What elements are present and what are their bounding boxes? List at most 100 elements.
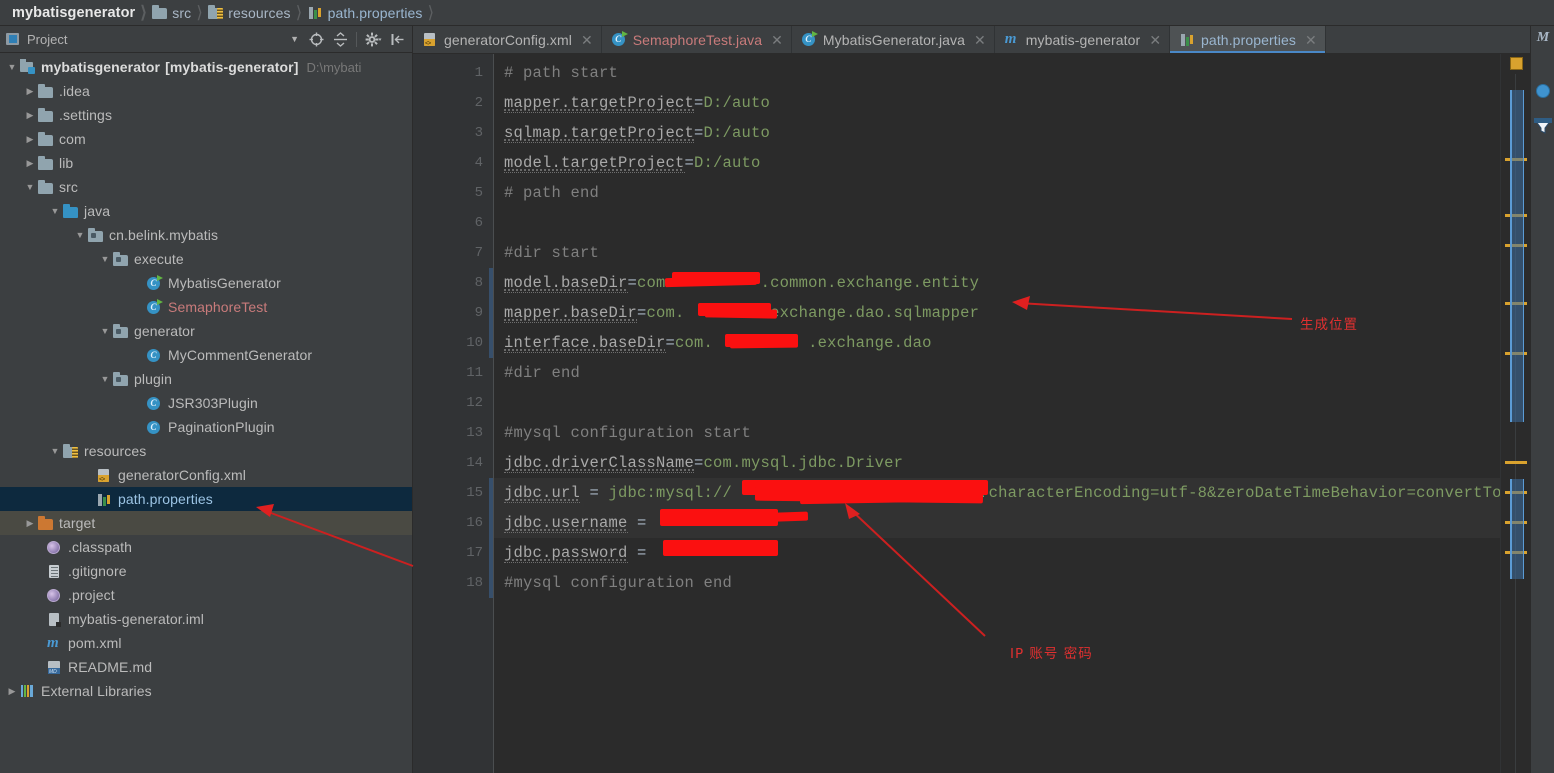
expand-arrow-icon[interactable]: ▼: [47, 199, 63, 223]
tree-node-idea[interactable]: ▶ .idea: [0, 79, 412, 103]
tab-label: mybatis-generator: [1025, 31, 1141, 48]
code-equals: =: [580, 484, 609, 502]
close-icon[interactable]: ✕: [1149, 33, 1161, 47]
toolbar-divider: [356, 31, 357, 47]
tree-node-semaphoretest-class[interactable]: C SemaphoreTest: [0, 295, 412, 319]
tree-node-path-properties[interactable]: path.properties: [0, 487, 412, 511]
tree-node-generator[interactable]: ▼ generator: [0, 319, 412, 343]
breadcrumb-item-resources[interactable]: resources ⟩: [200, 0, 302, 26]
folder-icon: [38, 83, 53, 98]
tree-node-external-libraries[interactable]: ▶ External Libraries: [0, 679, 412, 703]
tree-node-settings[interactable]: ▶ .settings: [0, 103, 412, 127]
expand-arrow-icon[interactable]: ▼: [97, 247, 113, 271]
breadcrumb-item-path-properties[interactable]: path.properties ⟩: [300, 0, 434, 26]
tab-SemaphoreTest-java[interactable]: C SemaphoreTest.java ✕: [602, 26, 792, 53]
tree-node-classpath[interactable]: .classpath: [0, 535, 412, 559]
chevron-down-icon[interactable]: ▼: [290, 34, 299, 44]
collapse-all-icon[interactable]: [329, 28, 351, 50]
tab-MybatisGenerator-java[interactable]: C MybatisGenerator.java ✕: [792, 26, 995, 53]
code-property-key: jdbc.url: [504, 484, 581, 503]
breadcrumb: mybatisgenerator ⟩ src ⟩ resources ⟩ pat…: [0, 0, 1554, 26]
tab-generatorConfig-xml[interactable]: generatorConfig.xml ✕: [413, 26, 602, 53]
tree-node-execute[interactable]: ▼ execute: [0, 247, 412, 271]
expand-arrow-icon[interactable]: ▼: [97, 319, 113, 343]
close-icon[interactable]: ✕: [771, 33, 783, 47]
tree-node-label: .project: [68, 587, 115, 603]
breadcrumb-separator-icon: ⟩: [427, 2, 435, 22]
tab-path-properties[interactable]: path.properties ✕: [1170, 26, 1326, 53]
database-icon[interactable]: [1534, 118, 1552, 134]
tab-label: generatorConfig.xml: [444, 31, 572, 48]
expand-arrow-icon[interactable]: ▼: [47, 439, 63, 463]
locate-in-tree-icon[interactable]: [305, 28, 327, 50]
expand-arrow-icon[interactable]: ▶: [4, 679, 20, 703]
expand-arrow-icon[interactable]: ▼: [4, 55, 20, 79]
tree-node-iml[interactable]: mybatis-generator.iml: [0, 607, 412, 631]
line-number: 11: [466, 365, 483, 381]
line-number: 6: [474, 215, 483, 231]
tree-node-label: plugin: [134, 371, 172, 387]
tree-node-label: .idea: [59, 83, 90, 99]
tree-node-resources[interactable]: ▼ resources: [0, 439, 412, 463]
expand-arrow-icon[interactable]: ▶: [22, 511, 38, 535]
expand-arrow-icon[interactable]: ▼: [22, 175, 38, 199]
tree-node-label: com: [59, 131, 86, 147]
source-folder-icon: [63, 203, 78, 218]
settings-gear-icon[interactable]: [362, 28, 384, 50]
tree-node-plugin[interactable]: ▼ plugin: [0, 367, 412, 391]
warning-marker[interactable]: [1505, 461, 1527, 464]
tree-node-label: target: [59, 515, 96, 531]
tree-node-jsr303plugin-class[interactable]: C JSR303Plugin: [0, 391, 412, 415]
tree-node-label: .classpath: [68, 539, 133, 555]
expand-arrow-icon[interactable]: ▼: [97, 367, 113, 391]
expand-arrow-icon[interactable]: ▶: [22, 127, 38, 151]
tab-mybatis-generator[interactable]: m mybatis-generator ✕: [995, 26, 1171, 53]
line-number: 12: [466, 395, 483, 411]
tree-node-pom-xml[interactable]: m pom.xml: [0, 631, 412, 655]
globe-icon[interactable]: [1536, 84, 1550, 98]
hide-panel-icon[interactable]: [386, 28, 408, 50]
analysis-marker-gutter[interactable]: [1500, 54, 1530, 773]
tree-node-cn-belink-mybatis[interactable]: ▼ cn.belink.mybatis: [0, 223, 412, 247]
tree-node-readme-md[interactable]: README.md: [0, 655, 412, 679]
vcs-change-marker: [489, 478, 493, 598]
tree-node-target[interactable]: ▶ target: [0, 511, 412, 535]
breadcrumb-item-src[interactable]: src ⟩: [144, 0, 203, 26]
code-content[interactable]: # path start mapper.targetProject=D:/aut…: [494, 54, 1554, 773]
tree-node-mybatisgenerator[interactable]: ▼ mybatisgenerator [mybatis-generator] D…: [0, 55, 412, 79]
close-icon[interactable]: ✕: [1305, 33, 1317, 47]
inspection-status-icon[interactable]: [1510, 57, 1523, 70]
editor-viewport-indicator[interactable]: [1510, 479, 1524, 579]
tree-node-label: .settings: [59, 107, 113, 123]
tree-node-gitignore[interactable]: .gitignore: [0, 559, 412, 583]
tree-node-project-file[interactable]: .project: [0, 583, 412, 607]
properties-file-icon: [97, 492, 112, 507]
tree-node-module-name: [mybatis-generator]: [165, 59, 299, 75]
tree-node-lib[interactable]: ▶ lib: [0, 151, 412, 175]
tree-node-mycommentgenerator-class[interactable]: C MyCommentGenerator: [0, 343, 412, 367]
breadcrumb-label: resources: [228, 4, 291, 21]
tree-node-label: resources: [84, 443, 147, 459]
maven-tool-window-button[interactable]: M: [1531, 30, 1554, 46]
tree-node-java[interactable]: ▼ java: [0, 199, 412, 223]
project-tree[interactable]: ▼ mybatisgenerator [mybatis-generator] D…: [0, 53, 412, 773]
tree-node-com[interactable]: ▶ com: [0, 127, 412, 151]
tree-node-mybatisgenerator-class[interactable]: C MybatisGenerator: [0, 271, 412, 295]
close-icon[interactable]: ✕: [581, 33, 593, 47]
breadcrumb-item-root[interactable]: mybatisgenerator ⟩: [4, 0, 147, 26]
tree-node-src[interactable]: ▼ src: [0, 175, 412, 199]
close-icon[interactable]: ✕: [974, 33, 986, 47]
tree-node-generatorconfig-xml[interactable]: generatorConfig.xml: [0, 463, 412, 487]
tree-node-paginationplugin-class[interactable]: C PaginationPlugin: [0, 415, 412, 439]
project-panel-title: Project: [27, 31, 68, 47]
expand-arrow-icon[interactable]: ▶: [22, 103, 38, 127]
expand-arrow-icon[interactable]: ▶: [22, 151, 38, 175]
java-class-runnable-icon: C: [611, 31, 628, 47]
expand-arrow-icon[interactable]: ▼: [72, 223, 88, 247]
expand-arrow-icon[interactable]: ▶: [22, 79, 38, 103]
code-property-value: com. .common.exchange.entity: [637, 274, 980, 292]
editor-scrollbar-thumb[interactable]: [1510, 90, 1524, 422]
code-line: jdbc.driverClassName=com.mysql.jdbc.Driv…: [494, 448, 1554, 478]
code-property-key: jdbc.password: [504, 544, 628, 563]
project-panel-title-group[interactable]: Project: [6, 32, 67, 47]
